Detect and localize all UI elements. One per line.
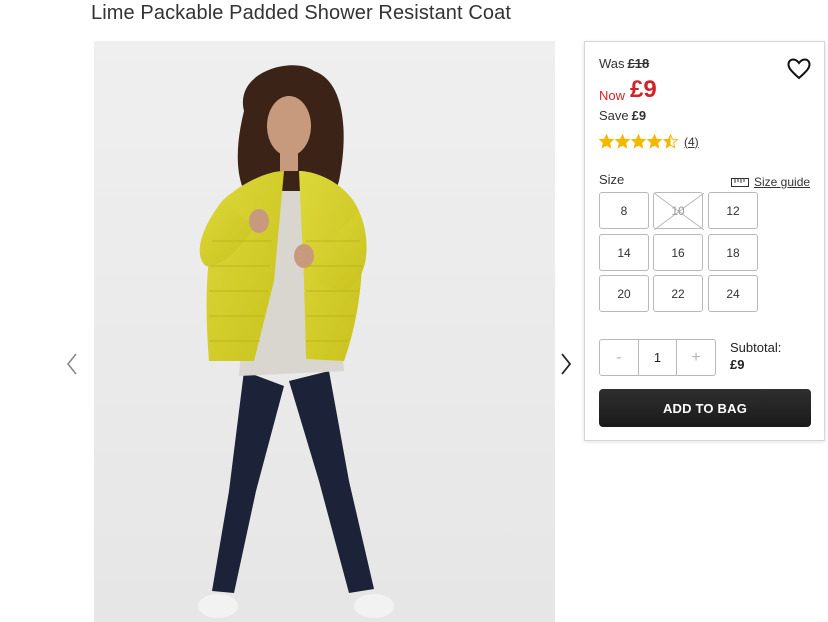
quantity-increase-button[interactable]: +: [677, 340, 715, 375]
size-option-label: 20: [617, 286, 631, 301]
chevron-left-icon: [66, 353, 77, 375]
save-amount: £9: [631, 108, 647, 123]
size-option-label: 24: [726, 286, 740, 301]
now-price: £9: [630, 76, 657, 103]
size-option[interactable]: 16: [653, 234, 703, 271]
product-photo: [198, 65, 394, 618]
now-label: Now: [599, 88, 626, 103]
purchase-panel: Was £18 Now £9 Save £9 (4) Size Size guide…: [584, 41, 825, 441]
star-full-icon: [615, 134, 630, 149]
was-label: Was: [599, 56, 625, 71]
size-guide-link[interactable]: Size guide: [731, 175, 810, 189]
size-option[interactable]: 8: [599, 192, 649, 229]
add-to-bag-button[interactable]: ADD TO BAG: [599, 389, 811, 427]
rating-stars: [599, 134, 678, 149]
size-option-label: 18: [726, 245, 740, 260]
size-option-label: 10: [671, 203, 685, 218]
subtotal-label: Subtotal:: [730, 340, 782, 355]
size-option[interactable]: 20: [599, 275, 649, 312]
product-rating: (4): [599, 134, 699, 149]
size-option-label: 16: [671, 245, 685, 260]
gallery-next-button[interactable]: [556, 350, 576, 378]
gallery-prev-button[interactable]: [62, 350, 82, 378]
size-option-label: 22: [671, 286, 685, 301]
quantity-decrease-button[interactable]: -: [600, 340, 638, 375]
chevron-right-icon: [561, 353, 572, 375]
ruler-icon: [731, 177, 749, 187]
was-price: £18: [627, 56, 650, 71]
subtotal-value: £9: [730, 357, 745, 372]
size-option[interactable]: 12: [708, 192, 758, 229]
review-count-link[interactable]: (4): [684, 135, 699, 149]
size-option-label: 14: [617, 245, 631, 260]
star-full-icon: [631, 134, 646, 149]
star-full-icon: [599, 134, 614, 149]
size-option[interactable]: 18: [708, 234, 758, 271]
size-option[interactable]: 22: [653, 275, 703, 312]
product-image[interactable]: [94, 41, 555, 622]
price-was: Was £18: [599, 56, 649, 71]
size-option[interactable]: 24: [708, 275, 758, 312]
quantity-stepper: - 1 +: [599, 339, 716, 376]
size-guide-label: Size guide: [754, 175, 811, 189]
size-label: Size: [599, 172, 625, 187]
size-option-label: 8: [620, 203, 628, 218]
star-half-icon: [663, 134, 678, 149]
save-label: Save: [599, 108, 629, 123]
quantity-value[interactable]: 1: [638, 340, 677, 375]
product-title: Lime Packable Padded Shower Resistant Co…: [91, 2, 511, 24]
price-save: Save £9: [599, 108, 646, 123]
size-option-label: 12: [726, 203, 740, 218]
star-full-icon: [647, 134, 662, 149]
size-option[interactable]: 14: [599, 234, 649, 271]
size-option[interactable]: 10: [653, 192, 704, 230]
heart-icon: [787, 58, 811, 80]
wishlist-button[interactable]: [787, 58, 811, 80]
